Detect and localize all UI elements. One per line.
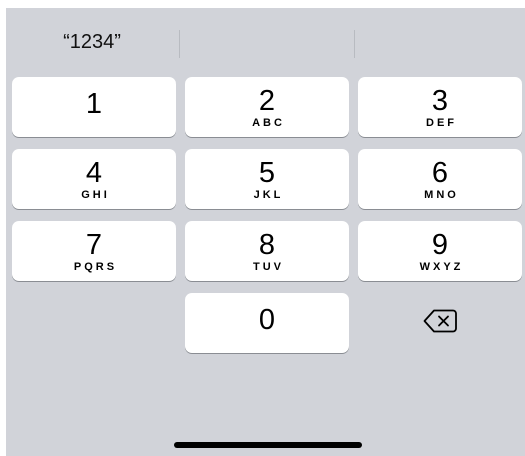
key-1[interactable]: 1 <box>12 77 176 137</box>
home-indicator[interactable] <box>174 442 362 448</box>
key-3[interactable]: 3 DEF <box>358 77 522 137</box>
key-digit: 9 <box>431 228 449 261</box>
key-digit: 4 <box>85 156 103 189</box>
key-digit: 3 <box>431 84 449 117</box>
key-letters: ABC <box>252 116 285 129</box>
key-letters: JKL <box>253 188 284 201</box>
key-letters: PQRS <box>73 260 118 273</box>
key-8[interactable]: 8 TUV <box>185 221 349 281</box>
key-digit: 8 <box>258 228 276 261</box>
numeric-keypad: “1234” 1 2 ABC 3 DEF 4 GHI 5 JKL 6 MNO 7… <box>6 8 525 456</box>
key-4[interactable]: 4 GHI <box>12 149 176 209</box>
key-digit: 0 <box>258 304 276 336</box>
key-letters: MNO <box>424 188 459 201</box>
key-letters: WXYZ <box>419 260 464 273</box>
key-digit: 1 <box>85 88 103 120</box>
suggestion-item[interactable] <box>180 8 354 76</box>
key-0[interactable]: 0 <box>185 293 349 353</box>
backspace-icon <box>422 308 458 339</box>
delete-button[interactable] <box>358 293 522 353</box>
key-digit: 5 <box>258 156 276 189</box>
key-digit: 2 <box>258 84 276 117</box>
key-letters: TUV <box>253 260 284 273</box>
key-digit: 6 <box>431 156 449 189</box>
key-digit: 7 <box>85 228 103 261</box>
key-letters: DEF <box>426 116 457 129</box>
suggestion-bar: “1234” <box>6 8 525 76</box>
key-9[interactable]: 9 WXYZ <box>358 221 522 281</box>
key-letters: GHI <box>81 188 110 201</box>
key-7[interactable]: 7 PQRS <box>12 221 176 281</box>
suggestion-item[interactable]: “1234” <box>6 8 178 76</box>
key-6[interactable]: 6 MNO <box>358 149 522 209</box>
suggestion-item[interactable] <box>355 8 525 76</box>
key-2[interactable]: 2 ABC <box>185 77 349 137</box>
key-5[interactable]: 5 JKL <box>185 149 349 209</box>
